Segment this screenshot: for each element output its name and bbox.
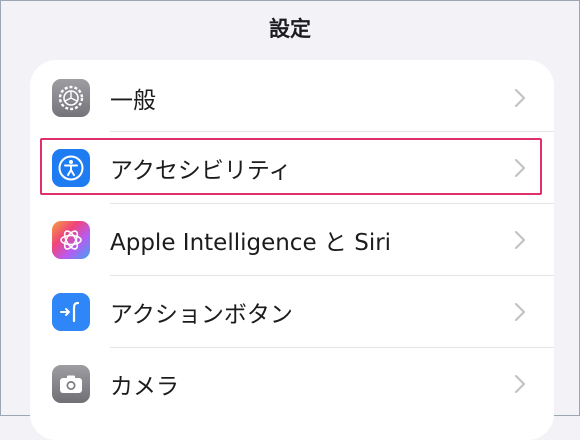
chevron-right-icon <box>514 88 526 108</box>
page-title: 設定 <box>269 17 311 41</box>
settings-list: 一般 アクセシビリティ Apple Intelligence と Siri アク… <box>30 60 554 440</box>
settings-row-label: アクションボタン <box>110 302 293 328</box>
chevron-right-icon <box>514 302 526 322</box>
chevron-right-icon <box>514 374 526 394</box>
camera-icon <box>52 365 90 403</box>
settings-row-camera[interactable]: カメラ <box>30 348 554 420</box>
highlight-box <box>40 138 542 195</box>
settings-row-general[interactable]: 一般 <box>30 62 554 134</box>
settings-row-label: Apple Intelligence と Siri <box>110 230 392 256</box>
settings-row-action-button[interactable]: アクションボタン <box>30 276 554 348</box>
settings-row-apple-intelligence-siri[interactable]: Apple Intelligence と Siri <box>30 204 554 276</box>
settings-row-label: カメラ <box>110 374 179 400</box>
apple-intelligence-icon <box>52 221 90 259</box>
gear-icon <box>52 79 90 117</box>
action-button-icon <box>52 293 90 331</box>
chevron-right-icon <box>514 230 526 250</box>
settings-row-label: 一般 <box>110 88 156 114</box>
